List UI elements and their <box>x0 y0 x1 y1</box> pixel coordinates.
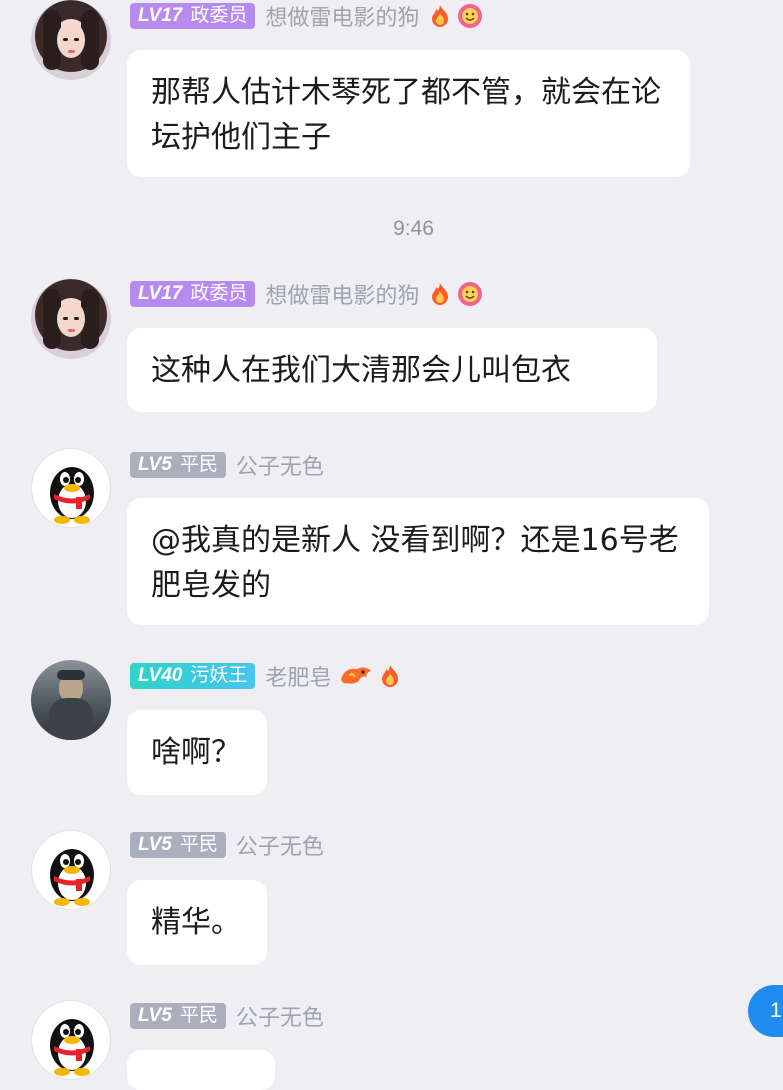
rank-title: 污妖王 <box>190 665 248 686</box>
level-badge: LV5 平民 <box>130 452 226 478</box>
rank-title: 平民 <box>179 1005 218 1026</box>
level-text: LV17 <box>138 5 183 26</box>
user-avatar[interactable] <box>31 279 111 359</box>
dragon-icon <box>339 663 373 689</box>
level-text: LV5 <box>138 454 172 475</box>
message-header: LV5 平民 公子无色 <box>130 829 324 861</box>
smile-flower-icon <box>457 281 483 307</box>
message-header: LV5 平民 公子无色 <box>130 1000 324 1032</box>
level-badge: LV5 平民 <box>130 1003 226 1029</box>
message-header: LV40 污妖王 老肥皂 <box>130 660 403 692</box>
message-header: LV17 政委员 想做雷电影的狗 <box>130 278 483 310</box>
soldier-avatar[interactable] <box>31 660 111 740</box>
username[interactable]: 想做雷电影的狗 <box>265 278 419 310</box>
qq-penguin-avatar[interactable] <box>31 1000 111 1080</box>
username[interactable]: 公子无色 <box>236 1000 324 1032</box>
level-badge: LV40 污妖王 <box>130 663 256 689</box>
username[interactable]: 公子无色 <box>236 449 324 481</box>
level-badge: LV17 政委员 <box>130 281 256 307</box>
message-text: 这种人在我们大清那会儿叫包衣 <box>151 353 571 388</box>
qq-penguin-avatar[interactable] <box>31 448 111 528</box>
level-text: LV40 <box>138 665 183 686</box>
level-badge: LV17 政委员 <box>130 3 256 29</box>
level-badge: LV5 平民 <box>130 832 226 858</box>
user-avatar[interactable] <box>31 0 111 80</box>
message-text: @我真的是新人 没看到啊？还是16号老肥皂发的 <box>151 523 679 603</box>
qq-penguin-avatar[interactable] <box>31 830 111 910</box>
message-header: LV5 平民 公子无色 <box>130 449 324 481</box>
username[interactable]: 公子无色 <box>236 829 324 861</box>
message-header: LV17 政委员 想做雷电影的狗 <box>130 0 483 32</box>
unread-count-badge[interactable]: 1 <box>748 985 783 1037</box>
unread-count: 1 <box>770 999 782 1022</box>
message-bubble[interactable] <box>127 1050 275 1090</box>
rank-title: 平民 <box>179 454 218 475</box>
message-bubble[interactable]: 啥啊？ <box>127 710 267 795</box>
message-bubble[interactable]: @我真的是新人 没看到啊？还是16号老肥皂发的 <box>127 498 709 625</box>
message-bubble[interactable]: 这种人在我们大清那会儿叫包衣 <box>127 328 657 412</box>
level-text: LV5 <box>138 834 172 855</box>
timestamp: 9:46 <box>393 217 434 240</box>
fire-icon <box>427 3 453 29</box>
message-text: 啥啊？ <box>151 735 241 770</box>
username[interactable]: 老肥皂 <box>265 660 331 692</box>
message-bubble[interactable]: 那帮人估计木琴死了都不管，就会在论坛护他们主子 <box>127 50 690 177</box>
level-text: LV5 <box>138 1005 172 1026</box>
message-text: 精华。 <box>151 905 241 940</box>
rank-title: 政委员 <box>190 283 248 304</box>
message-bubble[interactable]: 精华。 <box>127 880 267 965</box>
username[interactable]: 想做雷电影的狗 <box>265 0 419 32</box>
rank-title: 政委员 <box>190 5 248 26</box>
smile-flower-icon <box>457 3 483 29</box>
message-text: 那帮人估计木琴死了都不管，就会在论坛护他们主子 <box>151 75 661 155</box>
level-text: LV17 <box>138 283 183 304</box>
fire-icon <box>427 281 453 307</box>
rank-title: 平民 <box>179 834 218 855</box>
fire-icon <box>377 663 403 689</box>
